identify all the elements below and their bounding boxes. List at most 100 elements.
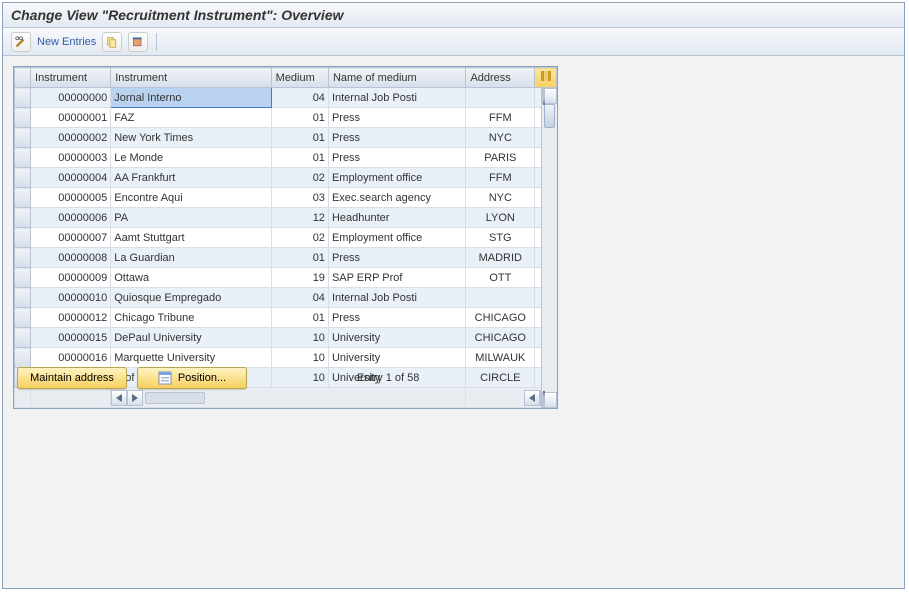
cell-address[interactable]: NYC — [466, 128, 535, 148]
cell-instrument-id[interactable]: 00000003 — [31, 148, 111, 168]
row-selector[interactable] — [15, 168, 31, 188]
row-selector[interactable] — [15, 268, 31, 288]
cell-medium-name[interactable]: Employment office — [328, 168, 466, 188]
cell-medium-name[interactable]: Employment office — [328, 228, 466, 248]
cell-address[interactable]: LYON — [466, 208, 535, 228]
cell-instrument-id[interactable]: 00000015 — [31, 328, 111, 348]
row-selector[interactable] — [15, 148, 31, 168]
row-selector[interactable] — [15, 108, 31, 128]
cell-medium-name[interactable]: Press — [328, 248, 466, 268]
row-selector[interactable] — [15, 208, 31, 228]
hscroll2-left-button[interactable] — [524, 390, 540, 406]
cell-medium-name[interactable]: Exec.search agency — [328, 188, 466, 208]
cell-address[interactable]: OTT — [466, 268, 535, 288]
cell-medium-name[interactable]: Headhunter — [328, 208, 466, 228]
cell-instrument-id[interactable]: 00000007 — [31, 228, 111, 248]
cell-address[interactable] — [466, 288, 535, 308]
cell-instrument-id[interactable]: 00000009 — [31, 268, 111, 288]
position-button[interactable]: Position... — [137, 367, 247, 389]
col-address[interactable]: Address — [466, 68, 535, 88]
cell-instrument-name[interactable]: AA Frankfurt — [111, 168, 271, 188]
hscroll-left-button[interactable] — [111, 390, 127, 406]
cell-instrument-id[interactable]: 00000001 — [31, 108, 111, 128]
cell-instrument-name[interactable]: Ottawa — [111, 268, 271, 288]
cell-instrument-id[interactable]: 00000008 — [31, 248, 111, 268]
cell-instrument-name[interactable]: Marquette University — [111, 348, 271, 368]
cell-instrument-name[interactable]: Chicago Tribune — [111, 308, 271, 328]
cell-instrument-name[interactable]: Quiosque Empregado — [111, 288, 271, 308]
cell-medium[interactable]: 19 — [271, 268, 328, 288]
col-medium-name[interactable]: Name of medium — [328, 68, 466, 88]
cell-address[interactable]: CHICAGO — [466, 328, 535, 348]
cell-address[interactable]: CIRCLE — [466, 368, 535, 388]
cell-instrument-id[interactable]: 00000010 — [31, 288, 111, 308]
cell-address[interactable]: PARIS — [466, 148, 535, 168]
row-selector[interactable] — [15, 248, 31, 268]
delete-button[interactable] — [128, 32, 148, 52]
cell-instrument-name[interactable]: La Guardian — [111, 248, 271, 268]
cell-address[interactable]: NYC — [466, 188, 535, 208]
cell-instrument-id[interactable]: 00000016 — [31, 348, 111, 368]
cell-address[interactable]: FFM — [466, 168, 535, 188]
cell-instrument-id[interactable]: 00000006 — [31, 208, 111, 228]
cell-medium[interactable]: 10 — [271, 348, 328, 368]
cell-medium-name[interactable]: University — [328, 348, 466, 368]
cell-medium-name[interactable]: Press — [328, 148, 466, 168]
new-entries-button[interactable]: New Entries — [37, 36, 96, 48]
cell-medium[interactable]: 01 — [271, 308, 328, 328]
row-selector[interactable] — [15, 328, 31, 348]
cell-medium[interactable]: 03 — [271, 188, 328, 208]
cell-instrument-id[interactable]: 00000004 — [31, 168, 111, 188]
row-selector-header[interactable] — [15, 68, 31, 88]
cell-instrument-name[interactable]: New York Times — [111, 128, 271, 148]
row-selector[interactable] — [15, 228, 31, 248]
cell-instrument-name[interactable]: Jornal Interno — [111, 88, 271, 108]
col-instrument-name[interactable]: Instrument — [111, 68, 271, 88]
col-medium[interactable]: Medium — [271, 68, 328, 88]
cell-instrument-id[interactable]: 00000005 — [31, 188, 111, 208]
configure-columns-button[interactable] — [535, 68, 557, 88]
cell-instrument-name[interactable]: Le Monde — [111, 148, 271, 168]
copy-button[interactable] — [102, 32, 122, 52]
cell-medium-name[interactable]: Press — [328, 128, 466, 148]
cell-address[interactable]: CHICAGO — [466, 308, 535, 328]
cell-medium-name[interactable]: SAP ERP Prof — [328, 268, 466, 288]
cell-instrument-id[interactable]: 00000012 — [31, 308, 111, 328]
cell-address[interactable]: MILWAUK — [466, 348, 535, 368]
cell-instrument-name[interactable]: DePaul University — [111, 328, 271, 348]
row-selector[interactable] — [15, 128, 31, 148]
col-instrument-id[interactable]: Instrument — [31, 68, 111, 88]
row-selector[interactable] — [15, 188, 31, 208]
cell-medium[interactable]: 01 — [271, 148, 328, 168]
cell-medium-name[interactable]: University — [328, 328, 466, 348]
cell-medium[interactable]: 01 — [271, 108, 328, 128]
cell-medium[interactable]: 02 — [271, 168, 328, 188]
cell-medium-name[interactable]: Press — [328, 108, 466, 128]
cell-instrument-name[interactable]: Encontre Aqui — [111, 188, 271, 208]
row-selector[interactable] — [15, 88, 31, 108]
cell-medium-name[interactable]: Internal Job Posti — [328, 88, 466, 108]
vscroll-down-button[interactable] — [542, 392, 557, 408]
cell-medium[interactable]: 12 — [271, 208, 328, 228]
cell-medium[interactable]: 10 — [271, 328, 328, 348]
row-selector[interactable] — [15, 348, 31, 368]
cell-medium[interactable]: 01 — [271, 248, 328, 268]
hscroll-right-button[interactable] — [127, 390, 143, 406]
hscroll-track[interactable] — [145, 392, 205, 404]
cell-medium[interactable]: 04 — [271, 88, 328, 108]
cell-instrument-name[interactable]: PA — [111, 208, 271, 228]
maintain-address-button[interactable]: Maintain address — [17, 367, 127, 389]
cell-instrument-id[interactable]: 00000002 — [31, 128, 111, 148]
vscroll-up-button[interactable] — [542, 88, 557, 104]
vscroll-thumb[interactable] — [544, 104, 555, 128]
row-selector[interactable] — [15, 308, 31, 328]
cell-instrument-id[interactable]: 00000000 — [31, 88, 111, 108]
cell-medium[interactable]: 04 — [271, 288, 328, 308]
cell-medium[interactable]: 01 — [271, 128, 328, 148]
cell-address[interactable] — [466, 88, 535, 108]
cell-medium-name[interactable]: Press — [328, 308, 466, 328]
cell-medium[interactable]: 02 — [271, 228, 328, 248]
cell-address[interactable]: MADRID — [466, 248, 535, 268]
cell-address[interactable]: FFM — [466, 108, 535, 128]
cell-instrument-name[interactable]: FAZ — [111, 108, 271, 128]
